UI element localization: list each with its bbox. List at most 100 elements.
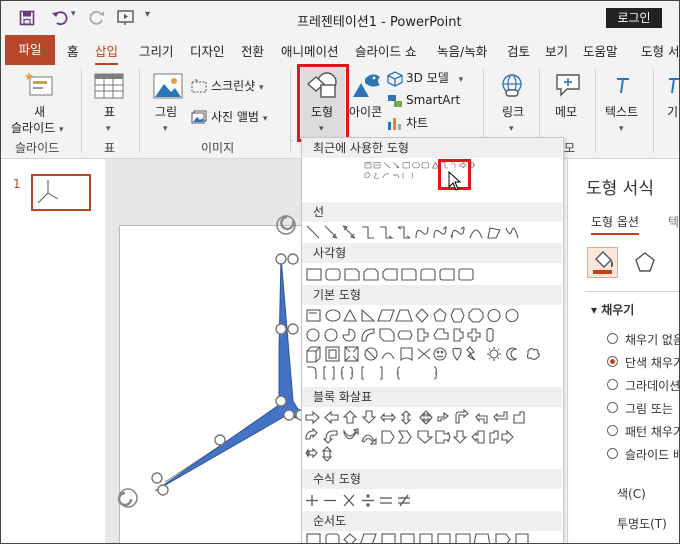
3d-model-button[interactable]: 3D 모델 ▾: [406, 71, 463, 88]
table-button[interactable]: 표: [104, 105, 115, 120]
tab-home[interactable]: 홈: [67, 41, 79, 60]
radio-picture-fill[interactable]: [607, 402, 618, 413]
photo-album-label: 사진 앨범: [211, 110, 259, 124]
section-block-arrows: 블록 화살표: [302, 387, 562, 407]
fill-section-header[interactable]: ▾ 채우기: [591, 301, 634, 318]
link-button[interactable]: 링크: [502, 105, 524, 120]
ribbon-separator: [139, 69, 140, 153]
paint-bucket-icon: [593, 251, 613, 274]
tab-shape-options[interactable]: 도형 옵션: [591, 213, 639, 235]
effects-pentagon-icon[interactable]: [634, 251, 656, 273]
block-arrows-grid[interactable]: [304, 409, 554, 469]
tab-record[interactable]: 녹음/녹화: [437, 41, 487, 60]
tab-insert[interactable]: 삽입: [95, 41, 119, 66]
memo-button[interactable]: 메모: [555, 105, 577, 120]
redo-icon[interactable]: [89, 10, 105, 26]
powerpoint-window: ▾ ▾ 프레젠테이션1 - PowerPoint 로그인 파일 홈 삽입 그리기…: [0, 0, 680, 544]
flowchart-row[interactable]: [304, 531, 554, 544]
gradient-fill-label: 그라데이션: [625, 379, 680, 393]
group-label-memo: 모: [564, 141, 576, 155]
radio-solid-fill[interactable]: [607, 356, 618, 367]
undo-dropdown-icon[interactable]: ▾: [71, 9, 76, 19]
format-pane-title: 도형 서식: [586, 179, 654, 199]
picture-icon[interactable]: [153, 73, 183, 99]
link-dropdown-icon[interactable]: ▾: [509, 122, 514, 137]
basic-shapes-grid[interactable]: [304, 307, 554, 387]
picture-fill-label: 그림 또는: [625, 402, 673, 416]
slide-thumbnail[interactable]: [31, 174, 91, 211]
tab-review[interactable]: 검토: [507, 41, 530, 60]
new-slide-icon[interactable]: [24, 71, 54, 99]
rectangles-row[interactable]: [304, 265, 554, 285]
lines-row[interactable]: [304, 223, 554, 243]
customize-toolbar-icon[interactable]: ▾: [145, 9, 150, 20]
recent-shapes-row[interactable]: [304, 161, 544, 181]
section-equation-shapes: 수식 도형: [302, 469, 562, 489]
tab-slideshow[interactable]: 슬라이드 쇼: [355, 41, 416, 60]
radio-pattern-fill[interactable]: [607, 425, 618, 436]
radio-gradient-fill[interactable]: [607, 379, 618, 390]
picture-dropdown-icon[interactable]: ▾: [163, 122, 168, 137]
chevron-down-icon: ▾: [458, 75, 464, 85]
pattern-fill-label: 패턴 채우기: [625, 425, 680, 439]
smartart-icon: [388, 95, 402, 107]
link-icon[interactable]: [499, 73, 525, 99]
photo-album-button[interactable]: 사진 앨범 ▾: [211, 110, 267, 127]
chart-button[interactable]: 차트: [406, 116, 428, 131]
new-slide-label-1[interactable]: 새: [34, 105, 45, 120]
table-icon[interactable]: [94, 73, 124, 99]
collapse-icon: ▾: [591, 303, 598, 317]
color-label: 색(C): [617, 487, 646, 501]
selected-shape[interactable]: [105, 201, 305, 544]
new-slide-label-2[interactable]: 슬라이드 ▾: [11, 121, 64, 138]
tab-animations[interactable]: 애니메이션: [281, 41, 339, 60]
table-dropdown-icon[interactable]: ▾: [106, 122, 111, 137]
screenshot-button[interactable]: 스크린샷 ▾: [211, 79, 264, 96]
smartart-button[interactable]: SmartArt: [406, 93, 460, 108]
tab-transitions[interactable]: 전환: [241, 41, 264, 60]
tab-text-options[interactable]: 텍: [668, 213, 679, 230]
format-pane-divider: [585, 291, 679, 292]
tab-file[interactable]: 파일: [5, 35, 55, 65]
text-dropdown-icon[interactable]: ▾: [619, 122, 624, 137]
shapes-highlight-box: [297, 64, 349, 142]
transparency-label: 투명도(T): [617, 517, 667, 531]
ribbon-tabs: 파일 홈 삽입 그리기 디자인 전환 애니메이션 슬라이드 쇼 녹음/녹화 검토…: [1, 35, 679, 66]
ribbon-separator: [290, 69, 291, 153]
screenshot-label: 스크린샷: [211, 79, 256, 93]
text-icon[interactable]: [611, 73, 637, 99]
login-button[interactable]: 로그인: [606, 8, 662, 28]
section-recent-shapes: 최근에 사용한 도형: [302, 138, 562, 158]
present-from-start-icon[interactable]: [117, 10, 135, 26]
memo-icon[interactable]: [555, 73, 581, 97]
picture-button[interactable]: 그림: [155, 105, 177, 120]
mouse-cursor-icon: [448, 171, 462, 191]
photo-album-icon: [191, 110, 207, 124]
undo-icon[interactable]: [51, 10, 69, 26]
tab-shape-format[interactable]: 도형 서: [641, 41, 679, 60]
symbols-icon[interactable]: [665, 73, 680, 99]
icons-button[interactable]: 아이콘: [349, 105, 382, 120]
tab-design[interactable]: 디자인: [190, 41, 225, 60]
screenshot-icon: [191, 79, 207, 93]
radio-slide-background-fill[interactable]: [607, 448, 618, 459]
chevron-down-icon: ▾: [59, 125, 64, 135]
text-button[interactable]: 텍스트: [605, 105, 638, 120]
overflow-button[interactable]: 기: [667, 105, 678, 120]
section-rectangles: 사각형: [302, 243, 562, 263]
tab-help[interactable]: 도움말: [583, 41, 618, 60]
save-icon[interactable]: [19, 10, 35, 26]
fill-section-label: 채우기: [601, 303, 635, 317]
tab-draw[interactable]: 그리기: [139, 41, 174, 60]
radio-no-fill[interactable]: [607, 333, 618, 344]
slide-number: 1: [13, 177, 21, 191]
fill-line-button[interactable]: [587, 247, 618, 278]
icons-icon[interactable]: [350, 71, 384, 99]
slides-panel: [1, 159, 105, 543]
equation-shapes-row[interactable]: [304, 491, 464, 511]
slide-background-fill-label: 슬라이드 배: [625, 448, 680, 462]
thumbnail-shape-icon: [37, 180, 59, 204]
3d-model-icon: [387, 71, 403, 87]
section-basic-shapes: 기본 도형: [302, 285, 562, 305]
tab-view[interactable]: 보기: [545, 41, 568, 60]
